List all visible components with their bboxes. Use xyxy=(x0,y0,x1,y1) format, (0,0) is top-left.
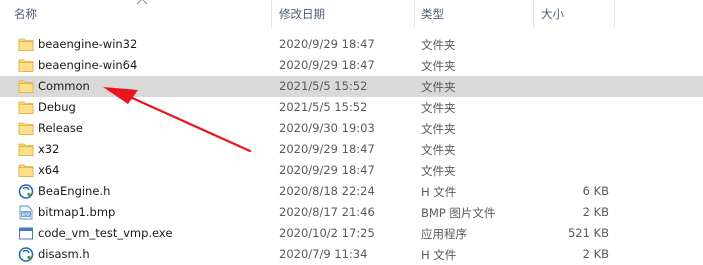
modified-date: 2020/9/29 18:47 xyxy=(279,37,375,51)
file-name: x32 xyxy=(38,142,60,156)
modified-date: 2020/8/18 22:24 xyxy=(279,184,375,198)
file-row-disasm-h[interactable]: disasm.h 2020/7/9 11:34 H 文件 2 KB xyxy=(0,244,703,265)
file-name: Debug xyxy=(38,100,76,114)
column-divider[interactable] xyxy=(533,0,534,28)
file-list: beaengine-win32 2020/9/29 18:47 文件夹 beaengi… xyxy=(0,34,703,265)
file-row-bitmap1-bmp[interactable]: BMP bitmap1.bmp 2020/8/17 21:46 BMP 图片文件 2 K… xyxy=(0,202,703,223)
modified-date: 2021/5/5 15:52 xyxy=(279,79,368,93)
folder-icon xyxy=(18,163,34,178)
file-name: Release xyxy=(38,121,83,135)
file-name: disasm.h xyxy=(38,247,90,261)
file-type: 文件夹 xyxy=(421,38,456,52)
folder-icon xyxy=(18,100,34,115)
file-size: 2 KB xyxy=(582,205,609,219)
column-header-size[interactable]: 大小 xyxy=(541,6,564,22)
modified-date: 2020/10/2 17:25 xyxy=(279,226,375,240)
exe-file-icon xyxy=(18,226,34,241)
modified-date: 2020/9/29 18:47 xyxy=(279,142,375,156)
file-row-x64[interactable]: x64 2020/9/29 18:47 文件夹 xyxy=(0,160,703,181)
file-row-beaengine-win64[interactable]: beaengine-win64 2020/9/29 18:47 文件夹 xyxy=(0,55,703,76)
file-type: 文件夹 xyxy=(421,101,456,115)
modified-date: 2020/9/29 18:47 xyxy=(279,58,375,72)
svg-text:BMP: BMP xyxy=(22,212,31,217)
column-divider[interactable] xyxy=(414,0,415,28)
file-name: beaengine-win32 xyxy=(38,37,138,51)
modified-date: 2020/7/9 11:34 xyxy=(279,247,368,261)
file-type: 文件夹 xyxy=(421,164,456,178)
folder-icon xyxy=(18,37,34,52)
file-size: 6 KB xyxy=(582,184,609,198)
column-divider[interactable] xyxy=(614,0,615,28)
file-row-beaengine-win32[interactable]: beaengine-win32 2020/9/29 18:47 文件夹 xyxy=(0,34,703,55)
column-header-bar: 名称 修改日期 类型 大小 xyxy=(0,0,703,28)
file-type: 应用程序 xyxy=(421,227,467,241)
file-type: 文件夹 xyxy=(421,122,456,136)
column-header-type[interactable]: 类型 xyxy=(421,6,444,22)
file-type: BMP 图片文件 xyxy=(421,206,496,220)
column-header-name[interactable]: 名称 xyxy=(14,6,37,22)
file-row-common[interactable]: Common 2021/5/5 15:52 文件夹 xyxy=(0,76,703,97)
header-file-icon xyxy=(18,184,34,199)
file-type: H 文件 xyxy=(421,248,457,262)
modified-date: 2020/9/29 18:47 xyxy=(279,163,375,177)
folder-icon xyxy=(18,142,34,157)
file-row-x32[interactable]: x32 2020/9/29 18:47 文件夹 xyxy=(0,139,703,160)
modified-date: 2020/8/17 21:46 xyxy=(279,205,375,219)
file-name: code_vm_test_vmp.exe xyxy=(38,226,173,240)
file-name: Common xyxy=(38,79,90,93)
bitmap-file-icon: BMP xyxy=(18,205,34,220)
file-name: bitmap1.bmp xyxy=(38,205,116,219)
folder-icon xyxy=(18,79,34,94)
file-name: BeaEngine.h xyxy=(38,184,111,198)
modified-date: 2020/9/30 19:03 xyxy=(279,121,375,135)
column-header-date[interactable]: 修改日期 xyxy=(279,6,325,22)
modified-date: 2021/5/5 15:52 xyxy=(279,100,368,114)
file-type: 文件夹 xyxy=(421,80,456,94)
sort-ascending-icon xyxy=(136,0,148,5)
column-divider[interactable] xyxy=(271,0,272,28)
file-type: 文件夹 xyxy=(421,143,456,157)
file-name: x64 xyxy=(38,163,60,177)
folder-icon xyxy=(18,121,34,136)
file-size: 521 KB xyxy=(567,226,609,240)
file-type: 文件夹 xyxy=(421,59,456,73)
file-name: beaengine-win64 xyxy=(38,58,138,72)
file-row-release[interactable]: Release 2020/9/30 19:03 文件夹 xyxy=(0,118,703,139)
file-row-debug[interactable]: Debug 2021/5/5 15:52 文件夹 xyxy=(0,97,703,118)
file-type: H 文件 xyxy=(421,185,457,199)
folder-icon xyxy=(18,58,34,73)
file-size: 2 KB xyxy=(582,247,609,261)
file-row-beaengine-h[interactable]: BeaEngine.h 2020/8/18 22:24 H 文件 6 KB xyxy=(0,181,703,202)
file-row-code-vm-test-vmp-exe[interactable]: code_vm_test_vmp.exe 2020/10/2 17:25 应用程序 5… xyxy=(0,223,703,244)
